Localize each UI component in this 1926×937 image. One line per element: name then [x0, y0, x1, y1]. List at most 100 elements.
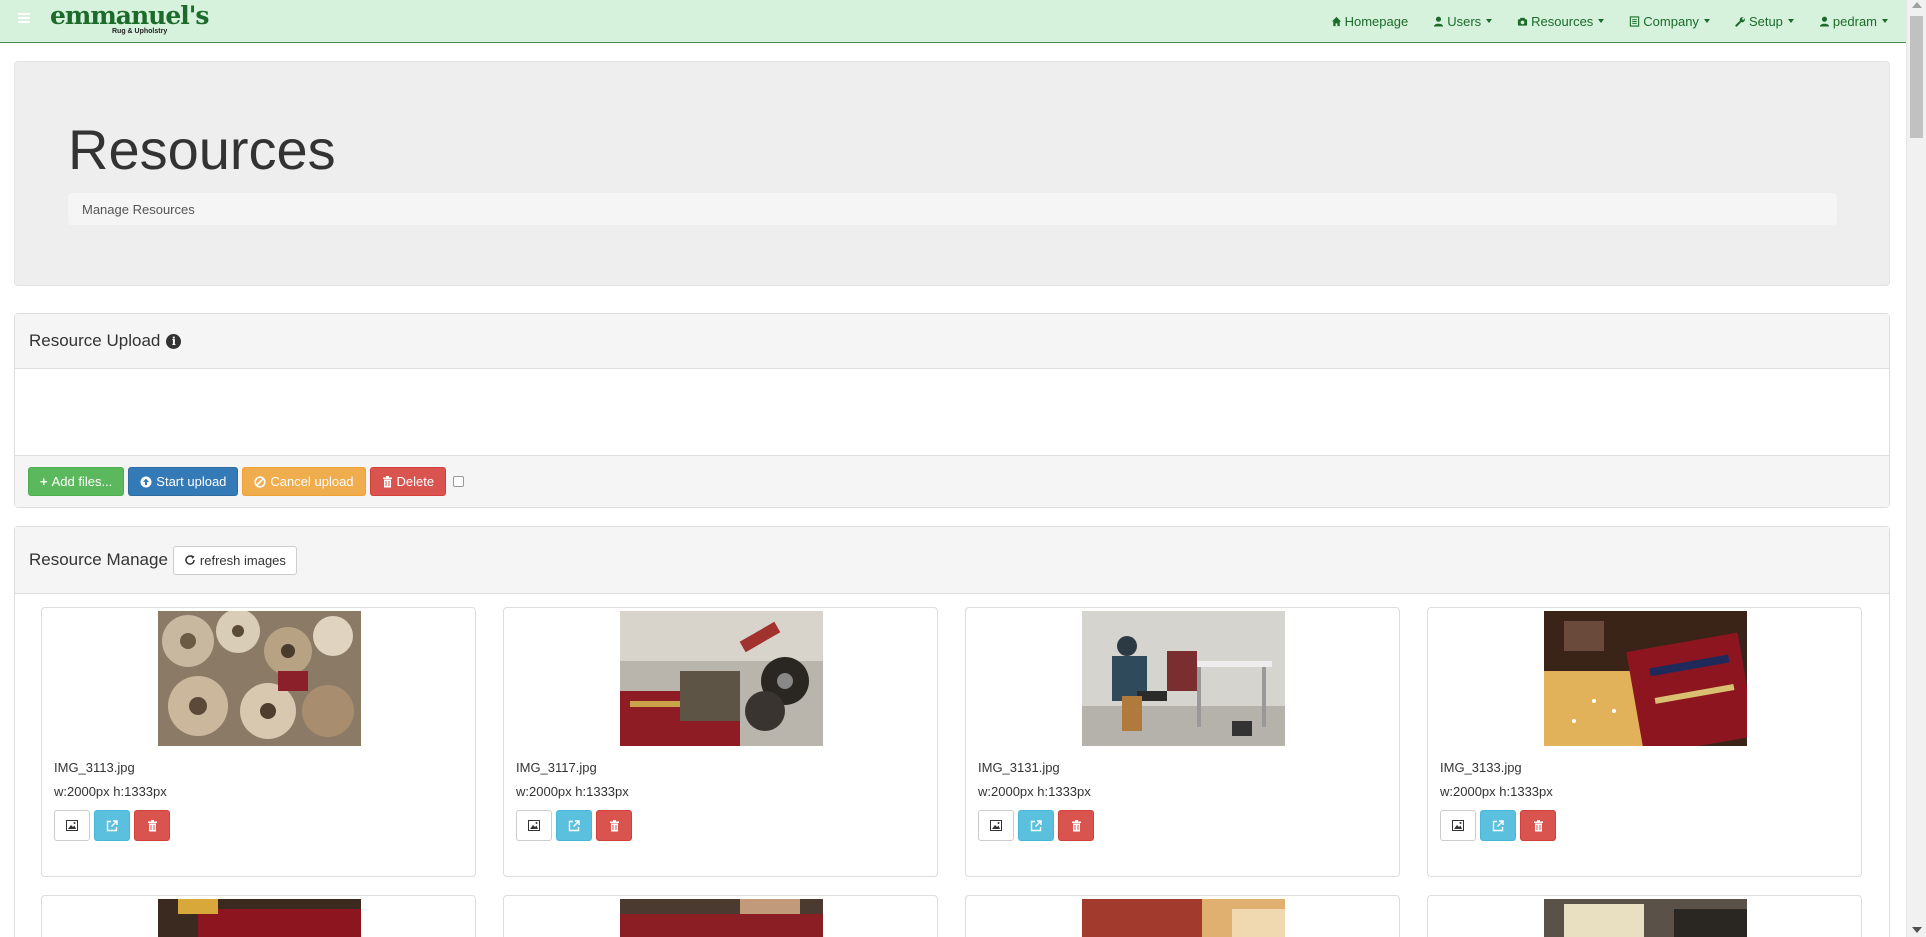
image-card: IMG_3131.jpg w:2000px h:1333px — [965, 607, 1400, 877]
refresh-icon — [185, 555, 195, 565]
trash-icon — [1533, 819, 1543, 831]
image-thumbnail[interactable] — [158, 611, 361, 746]
info-icon[interactable]: i — [166, 333, 182, 349]
image-thumbnail[interactable] — [158, 899, 361, 937]
delete-image-button[interactable] — [596, 810, 632, 841]
nav-item-setup[interactable]: Setup — [1735, 14, 1794, 29]
brand-tagline: Rug & Upholstry — [112, 28, 168, 35]
breadcrumb: Manage Resources — [68, 193, 1837, 225]
nav-label: pedram — [1832, 13, 1877, 29]
chevron-down-icon — [1703, 19, 1710, 23]
button-label: Delete — [396, 474, 435, 489]
delete-image-button[interactable] — [134, 810, 170, 841]
scroll-up-arrow-icon[interactable] — [1912, 2, 1922, 8]
page-title: Resources — [68, 118, 336, 181]
image-actions — [978, 810, 1098, 841]
image-actions — [1440, 810, 1560, 841]
open-link-button[interactable] — [94, 810, 130, 841]
delete-button[interactable]: Delete — [369, 467, 447, 496]
nav-label: Resources — [1531, 13, 1594, 29]
picture-icon — [990, 820, 1002, 831]
image-card — [41, 895, 476, 937]
panel-heading: Resource Upload i — [15, 314, 1889, 369]
upload-toolbar: + Add files... Start upload Cancel uploa… — [15, 455, 1889, 507]
delete-image-button[interactable] — [1520, 810, 1556, 841]
nav-label: Company — [1643, 13, 1699, 29]
image-filename: IMG_3131.jpg — [978, 760, 1060, 775]
view-image-button[interactable] — [516, 810, 552, 841]
image-card — [1427, 895, 1862, 937]
home-icon — [1331, 16, 1341, 26]
image-dimensions: w:2000px h:1333px — [1440, 784, 1553, 799]
share-icon — [1030, 819, 1042, 831]
nav-menu: Homepage Users Resources Company Setup p… — [1306, 0, 1888, 42]
page-header: Resources Manage Resources — [14, 61, 1890, 286]
panel-heading: Resource Manage refresh images — [15, 527, 1889, 594]
image-actions — [54, 810, 174, 841]
panel-title: Resource Upload — [29, 331, 161, 350]
chevron-down-icon — [1486, 19, 1493, 23]
button-label: refresh images — [199, 552, 286, 568]
image-card: IMG_3113.jpg w:2000px h:1333px — [41, 607, 476, 877]
image-card — [965, 895, 1400, 937]
open-link-button[interactable] — [1480, 810, 1516, 841]
nav-label: Users — [1447, 13, 1482, 29]
open-link-button[interactable] — [1018, 810, 1054, 841]
nav-item-homepage[interactable]: Homepage — [1331, 13, 1409, 29]
brand-name: emmanuel's — [50, 1, 210, 30]
picture-icon — [528, 820, 540, 831]
open-link-button[interactable] — [556, 810, 592, 841]
select-all-checkbox[interactable] — [453, 476, 465, 487]
image-card — [503, 895, 938, 937]
page-scrollbar[interactable] — [1906, 0, 1926, 937]
trash-icon — [382, 475, 392, 487]
upload-circle-icon — [140, 476, 152, 487]
image-dimensions: w:2000px h:1333px — [516, 784, 629, 799]
scroll-thumb[interactable] — [1910, 16, 1923, 138]
trash-icon — [147, 819, 157, 831]
image-thumbnail[interactable] — [1082, 899, 1285, 937]
share-icon — [568, 819, 580, 831]
button-label: Cancel upload — [270, 474, 354, 489]
share-icon — [1492, 819, 1504, 831]
resource-manage-panel: Resource Manage refresh images IMG_3113.… — [14, 526, 1890, 937]
view-image-button[interactable] — [978, 810, 1014, 841]
image-filename: IMG_3133.jpg — [1440, 760, 1522, 775]
nav-label: Setup — [1748, 13, 1783, 29]
menu-toggle-icon[interactable] — [18, 13, 32, 24]
nav-item-users[interactable]: Users — [1433, 13, 1493, 29]
plus-icon: + — [40, 474, 48, 489]
image-filename: IMG_3113.jpg — [54, 760, 135, 775]
button-label: Start upload — [156, 474, 227, 489]
start-upload-button[interactable]: Start upload — [128, 467, 239, 496]
image-thumbnail[interactable] — [620, 899, 823, 937]
refresh-images-button[interactable]: refresh images — [172, 545, 297, 575]
brand-logo[interactable]: emmanuel's Rug & Upholstry — [50, 1, 210, 39]
image-thumbnail[interactable] — [620, 611, 823, 746]
image-actions — [516, 810, 636, 841]
nav-item-resources[interactable]: Resources — [1517, 13, 1605, 29]
top-navbar: emmanuel's Rug & Upholstry Homepage User… — [0, 0, 1906, 43]
cancel-upload-button[interactable]: Cancel upload — [242, 467, 366, 496]
image-card: IMG_3133.jpg w:2000px h:1333px — [1427, 607, 1862, 877]
nav-item-company[interactable]: Company — [1629, 14, 1710, 29]
trash-icon — [609, 819, 619, 831]
view-image-button[interactable] — [1440, 810, 1476, 841]
breadcrumb-item: Manage Resources — [82, 202, 195, 217]
upload-dropzone[interactable] — [15, 369, 1889, 455]
view-image-button[interactable] — [54, 810, 90, 841]
add-files-button[interactable]: + Add files... — [28, 467, 125, 496]
user-icon — [1819, 16, 1830, 27]
scroll-down-arrow-icon[interactable] — [1912, 927, 1922, 933]
image-thumbnail[interactable] — [1544, 899, 1747, 937]
image-thumbnail[interactable] — [1544, 611, 1747, 746]
panel-title: Resource Manage — [29, 550, 168, 569]
nav-label: Homepage — [1344, 13, 1409, 29]
image-dimensions: w:2000px h:1333px — [54, 784, 167, 799]
image-card: IMG_3117.jpg w:2000px h:1333px — [503, 607, 938, 877]
delete-image-button[interactable] — [1058, 810, 1094, 841]
nav-item-account[interactable]: pedram — [1819, 14, 1888, 29]
picture-icon — [1452, 820, 1464, 831]
image-thumbnail[interactable] — [1082, 611, 1285, 746]
resource-upload-panel: Resource Upload i + Add files... Start u… — [14, 313, 1890, 508]
